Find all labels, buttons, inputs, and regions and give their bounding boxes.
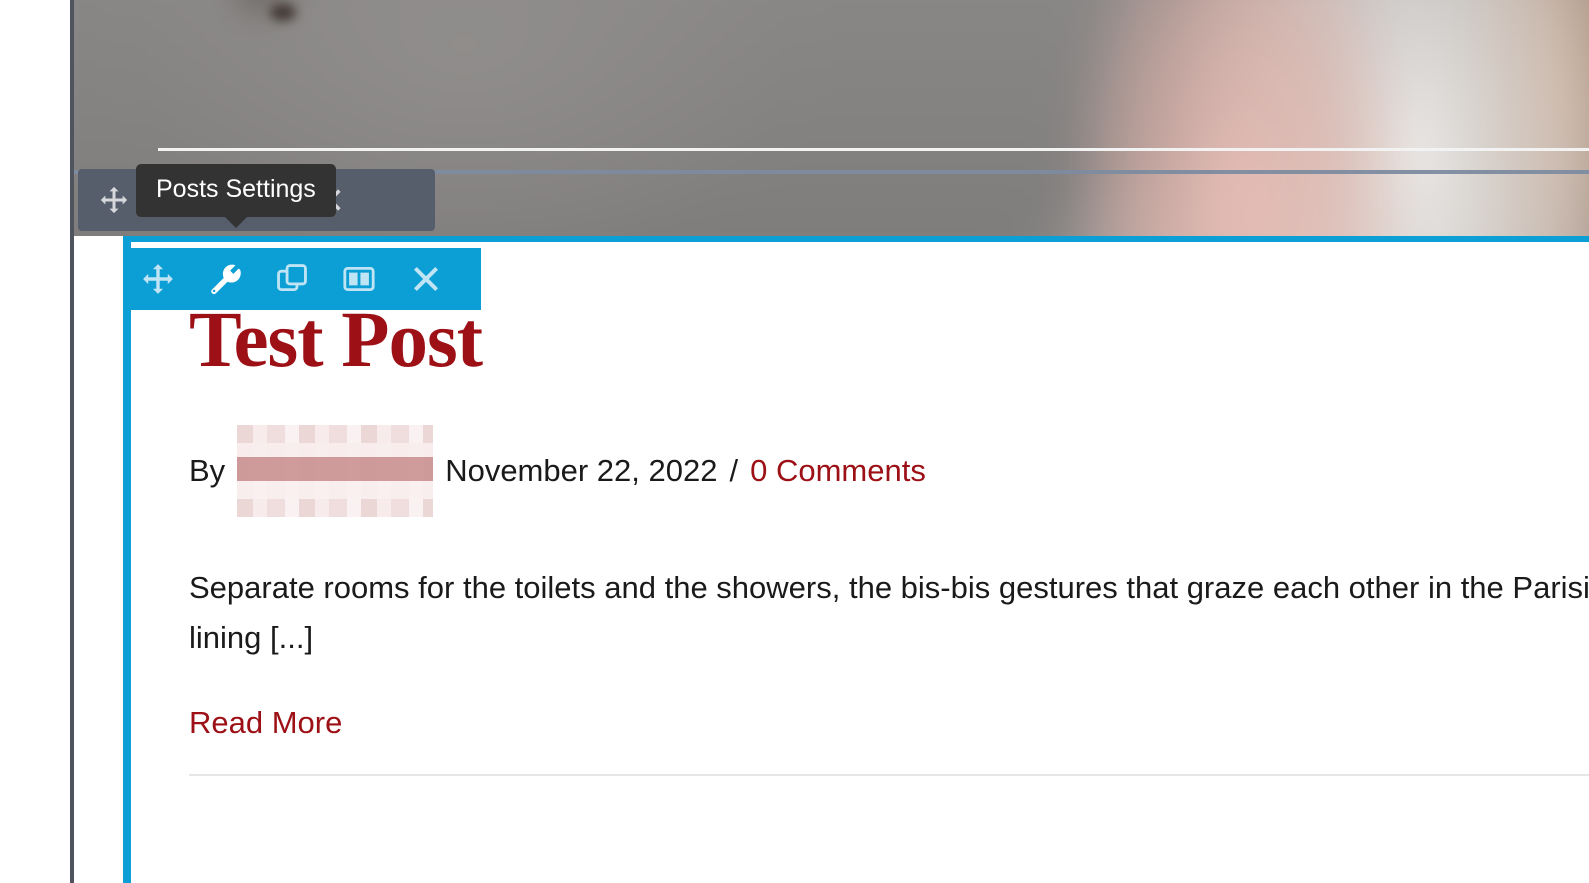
meta-by-label: By [189,453,226,488]
close-icon[interactable] [392,248,459,310]
post-divider [189,774,1589,777]
panel-left-accent-bar [123,236,131,883]
post-content: Test Post By November 22, 2022 / 0 Comme… [189,236,1589,777]
photo-speck [270,4,296,21]
columns-layout-icon[interactable] [325,248,392,310]
wrench-icon[interactable] [191,248,258,310]
post-date: November 22, 2022 [445,453,718,488]
duplicate-icon[interactable] [258,248,325,310]
author-name-redacted [237,425,434,517]
post-excerpt: Separate rooms for the toilets and the s… [189,570,1589,656]
tooltip-posts-settings: Posts Settings [136,164,336,228]
tooltip-arrow [223,215,248,228]
post-title: Test Post [189,297,483,384]
hero-white-rule [158,148,1589,151]
screenshot-stage: Posts Settings Test Post By November 22,… [0,0,1589,883]
comments-link[interactable]: 0 Comments [750,453,926,489]
tooltip-label: Posts Settings [156,175,316,203]
inner-module-toolbar[interactable] [124,248,481,310]
read-more-link[interactable]: Read More [189,705,342,741]
move-icon[interactable] [124,248,191,310]
meta-separator: / [729,453,739,488]
post-meta: By November 22, 2022 / 0 Comments [189,425,1589,517]
page-left-gutter [0,0,70,883]
